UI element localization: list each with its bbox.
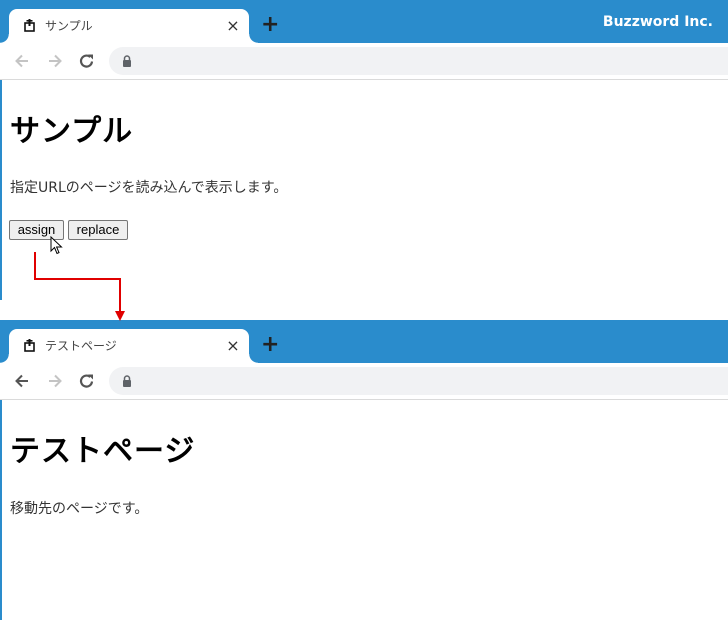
page-content: サンプル 指定URLのページを読み込んで表示します。 assign replac…: [9, 80, 728, 300]
assign-button[interactable]: assign: [9, 220, 64, 240]
browser-toolbar: [0, 43, 728, 80]
new-tab-icon[interactable]: +: [261, 14, 279, 36]
lock-icon: [123, 375, 131, 387]
tab-strip: サンプル × + Buzzword Inc.: [0, 0, 728, 43]
close-tab-icon[interactable]: ×: [225, 337, 241, 355]
page-description: 移動先のページです。: [10, 501, 149, 517]
back-arrow-icon[interactable]: [12, 371, 32, 391]
browser-toolbar: [0, 363, 728, 400]
close-tab-icon[interactable]: ×: [225, 17, 241, 35]
page-heading: サンプル: [10, 114, 134, 149]
reload-icon[interactable]: [77, 371, 97, 391]
brand-label: Buzzword Inc.: [602, 14, 713, 30]
address-bar[interactable]: [109, 367, 728, 395]
tab-title: サンプル: [45, 19, 93, 33]
tab-active[interactable]: サンプル ×: [0, 9, 258, 43]
tab-title: テストページ: [45, 339, 117, 353]
browser-window-before: サンプル × + Buzzword Inc. サンプル 指定URLのページを読み…: [0, 0, 728, 300]
tab-active[interactable]: テストページ ×: [0, 329, 258, 363]
browser-window-after: テストページ × + テストページ 移動先のページです。: [0, 320, 728, 620]
page-heading: テストページ: [10, 434, 196, 469]
reload-icon[interactable]: [77, 51, 97, 71]
page-description: 指定URLのページを読み込んで表示します。: [10, 180, 288, 196]
new-tab-icon[interactable]: +: [261, 334, 279, 356]
forward-arrow-icon[interactable]: [45, 51, 65, 71]
page-favicon-icon: [24, 339, 35, 352]
tab-strip: テストページ × +: [0, 320, 728, 363]
forward-arrow-icon[interactable]: [45, 371, 65, 391]
address-bar[interactable]: [109, 47, 728, 75]
replace-button[interactable]: replace: [68, 220, 128, 240]
back-arrow-icon[interactable]: [12, 51, 32, 71]
page-favicon-icon: [24, 19, 35, 32]
lock-icon: [123, 55, 131, 67]
page-content: テストページ 移動先のページです。: [10, 400, 728, 620]
